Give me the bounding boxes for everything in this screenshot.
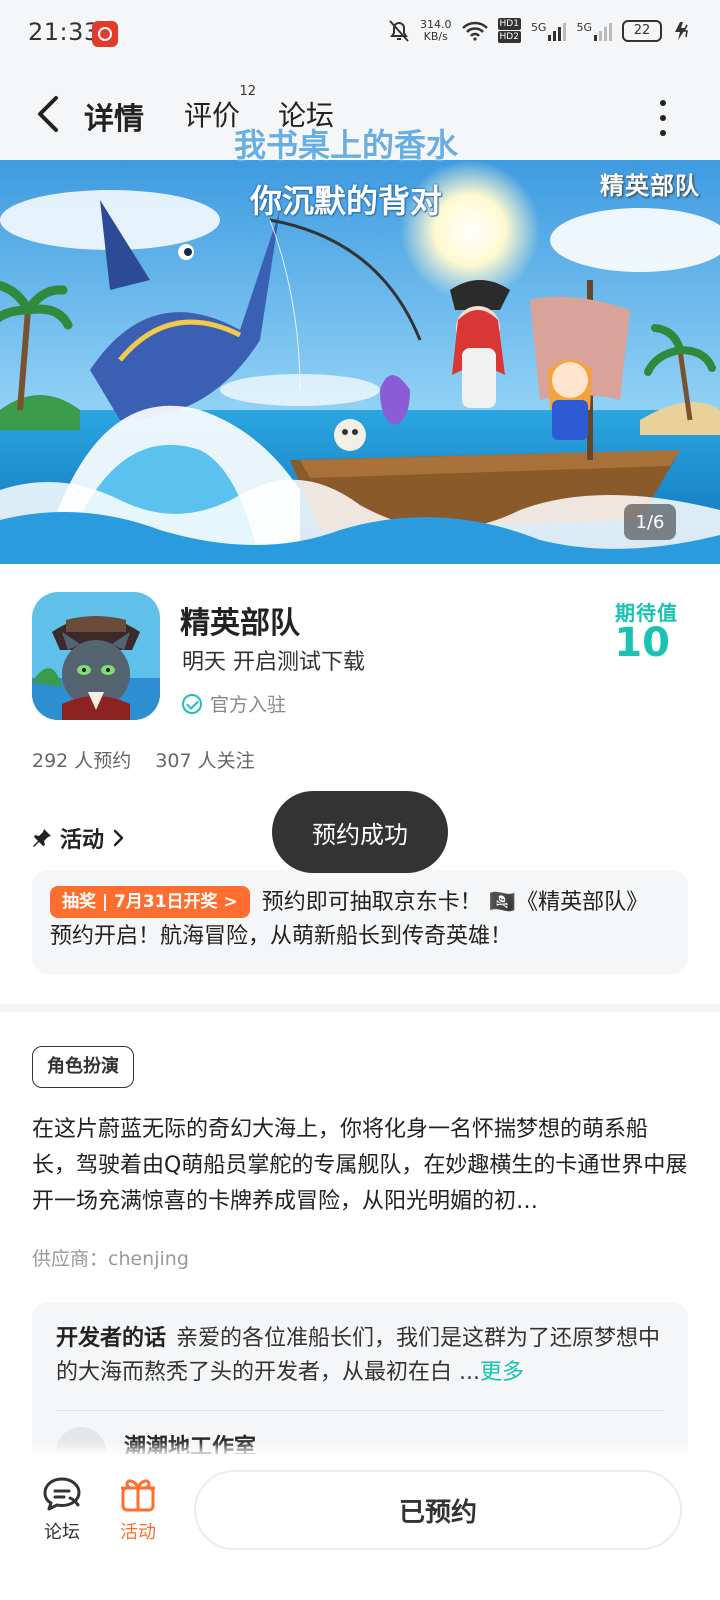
more-link[interactable]: 更多 bbox=[480, 1360, 524, 1385]
tab-review[interactable]: 评价 12 bbox=[184, 84, 256, 134]
hd2-badge: HD2 bbox=[497, 31, 521, 43]
bottom-action-bar: 论坛 活动 已预约 bbox=[0, 1454, 720, 1600]
danmaku-comment: 我书桌上的香水 bbox=[234, 126, 459, 164]
developer-note: 开发者的话 亲爱的各位准船长们，我们是这群为了还原梦想中的大海而熬秃了头的开发者，… bbox=[56, 1322, 664, 1390]
official-badge: 官方入驻 bbox=[182, 690, 286, 717]
official-label: 官方入驻 bbox=[210, 694, 287, 716]
review-count: 12 bbox=[239, 84, 257, 99]
net-speed-unit: KB/s bbox=[423, 29, 448, 43]
genre-tag[interactable]: 角色扮演 bbox=[32, 1046, 134, 1088]
netease-music-icon bbox=[92, 21, 118, 47]
developer-note-card: 开发者的话 亲爱的各位准船长们，我们是这群为了还原梦想中的大海而熬秃了头的开发者，… bbox=[32, 1302, 688, 1472]
carousel-counter: 1/6 bbox=[624, 504, 676, 540]
signal-2-icon: 5G bbox=[576, 21, 612, 41]
developer-note-label: 开发者的话 bbox=[56, 1326, 167, 1351]
activity-header[interactable]: 活动 bbox=[32, 822, 126, 854]
supplier-text: 供应商：chenjing bbox=[32, 1248, 189, 1270]
gift-icon bbox=[121, 1479, 155, 1512]
release-status: 明天 开启测试下载 bbox=[182, 650, 365, 675]
signal-1-label: 5G bbox=[530, 20, 547, 34]
wifi-icon bbox=[461, 21, 488, 41]
tab-detail[interactable]: 详情 bbox=[82, 94, 146, 138]
follow-count: 307 人关注 bbox=[155, 750, 255, 772]
battery-icon: 22 bbox=[622, 19, 662, 42]
status-bar: 21:33 314.0 KB/s HD1 HD2 5G 5G 22 bbox=[0, 0, 720, 70]
signal-1-icon: 5G bbox=[531, 21, 567, 41]
tab-review-label: 评价 bbox=[184, 99, 241, 132]
section-divider bbox=[0, 1004, 720, 1012]
tab-detail-label: 详情 bbox=[84, 102, 144, 137]
game-description[interactable]: 在这片蔚蓝无际的奇幻大海上，你将化身一名怀揣梦想的萌系船长，驾驶着由Q萌船员掌舵… bbox=[32, 1112, 688, 1222]
forum-button[interactable]: 论坛 bbox=[32, 1476, 92, 1544]
hd-icons: HD1 HD2 bbox=[497, 18, 521, 43]
chevron-right-icon bbox=[113, 829, 124, 847]
forum-label: 论坛 bbox=[44, 1522, 80, 1543]
activity-label: 活动 bbox=[120, 1522, 156, 1543]
divider bbox=[56, 1410, 664, 1411]
net-speed-value: 314.0 bbox=[420, 17, 452, 31]
game-title: 精英部队 bbox=[180, 606, 300, 641]
reservation-count: 292 人预约 bbox=[32, 750, 132, 772]
more-options-icon[interactable] bbox=[658, 100, 668, 136]
back-arrow-icon[interactable] bbox=[32, 94, 68, 134]
activity-button[interactable]: 活动 bbox=[108, 1476, 168, 1544]
status-time: 21:33 bbox=[28, 18, 100, 46]
game-icon bbox=[32, 592, 160, 720]
stats-row: 292 人预约 307 人关注 bbox=[32, 746, 255, 773]
activity-card[interactable]: 抽奖 | 7月31日开奖 > 预约即可抽取京东卡！ 🏴‍☠️《精英部队》预约开启！… bbox=[32, 870, 688, 974]
charging-icon bbox=[675, 21, 688, 40]
danmaku-comment: 你沉默的背对 bbox=[250, 182, 443, 220]
activity-heading: 活动 bbox=[60, 828, 105, 853]
forum-chat-icon bbox=[43, 1477, 81, 1511]
expectation-score: 10 bbox=[614, 620, 670, 666]
reservation-success-toast: 预约成功 bbox=[272, 791, 448, 873]
net-speed: 314.0 KB/s bbox=[420, 17, 452, 43]
pin-icon bbox=[33, 829, 51, 847]
mute-bell-icon bbox=[389, 19, 409, 42]
status-icons: 314.0 KB/s HD1 HD2 5G 5G 22 bbox=[388, 18, 692, 43]
banner-watermark: 精英部队 bbox=[600, 172, 700, 200]
reserved-button[interactable]: 已预约 bbox=[194, 1470, 682, 1550]
hd1-badge: HD1 bbox=[497, 18, 521, 30]
check-circle-icon bbox=[182, 693, 202, 714]
lottery-tag[interactable]: 抽奖 | 7月31日开奖 > bbox=[50, 886, 250, 918]
signal-2-label: 5G bbox=[576, 20, 592, 34]
